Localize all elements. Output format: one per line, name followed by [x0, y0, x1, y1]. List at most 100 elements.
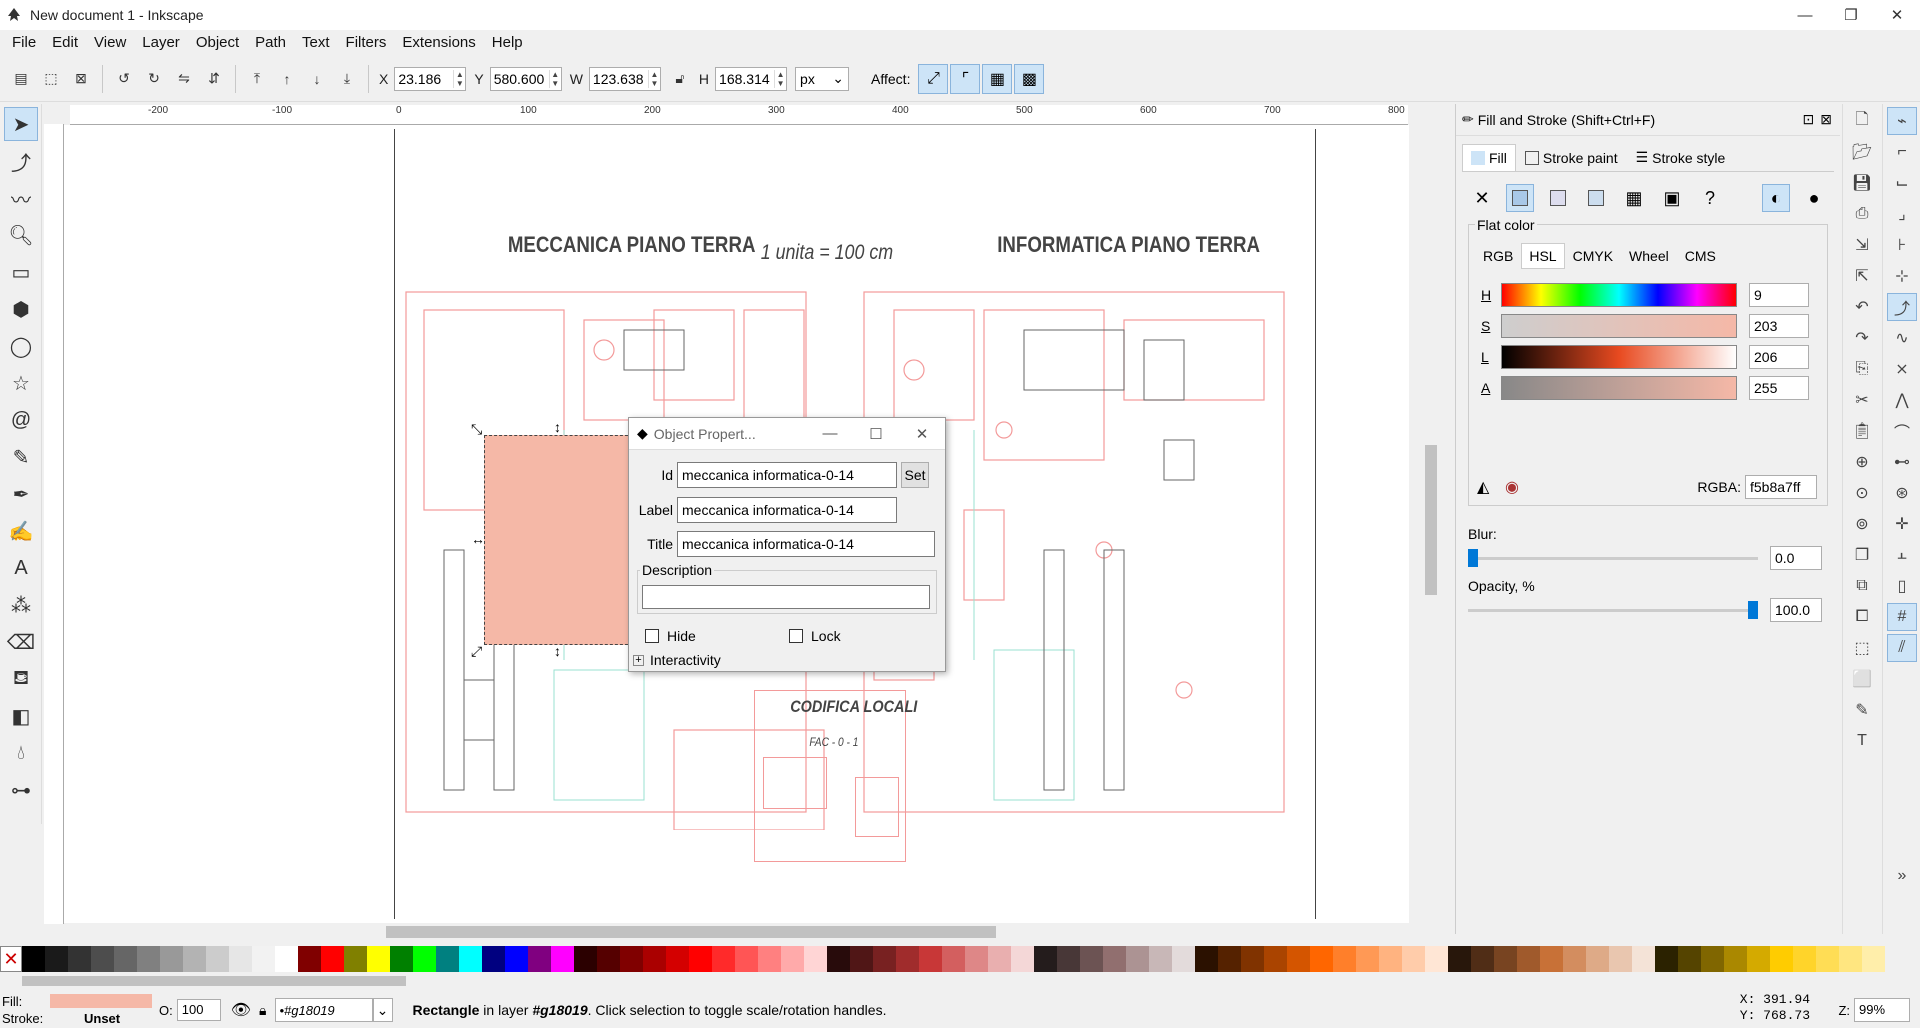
pen-tool-icon[interactable]: ✒	[4, 477, 38, 511]
snap-text-baseline-icon[interactable]: ⫠	[1887, 541, 1917, 569]
menu-object[interactable]: Object	[188, 34, 247, 51]
palette-swatch[interactable]	[413, 946, 436, 972]
menu-extensions[interactable]: Extensions	[394, 34, 483, 51]
zoom-drawing-icon[interactable]: ⊙	[1847, 479, 1877, 507]
palette-swatch[interactable]	[505, 946, 528, 972]
raise-icon[interactable]: ↑	[275, 67, 299, 91]
snap-guide-icon[interactable]: ⫽	[1887, 634, 1917, 662]
palette-swatch[interactable]	[1839, 946, 1862, 972]
zoom-tool-icon[interactable]: 🔍︎	[4, 218, 38, 252]
palette-swatch[interactable]	[206, 946, 229, 972]
cut-icon[interactable]: ✂	[1847, 386, 1877, 414]
palette-swatch[interactable]	[1080, 946, 1103, 972]
palette-swatch[interactable]	[1402, 946, 1425, 972]
palette-swatch[interactable]	[1448, 946, 1471, 972]
close-button[interactable]: ✕	[1874, 0, 1920, 30]
palette-swatch[interactable]	[896, 946, 919, 972]
palette-swatch[interactable]	[321, 946, 344, 972]
palette-swatch[interactable]	[1747, 946, 1770, 972]
eye-icon[interactable]: 👁︎	[231, 1000, 251, 1020]
menu-path[interactable]: Path	[247, 34, 294, 51]
palette-swatch[interactable]	[574, 946, 597, 972]
palette-swatch[interactable]	[1793, 946, 1816, 972]
w-spinner[interactable]: ▲ ▼	[647, 69, 660, 88]
deselect-icon[interactable]: ⊠	[69, 67, 93, 91]
palette-swatch[interactable]	[1011, 946, 1034, 972]
palette-swatch[interactable]	[1218, 946, 1241, 972]
scale-stroke-icon[interactable]: ⤢	[918, 63, 949, 94]
palette-swatch[interactable]	[1701, 946, 1724, 972]
menu-edit[interactable]: Edit	[44, 34, 86, 51]
palette-swatch[interactable]	[1816, 946, 1839, 972]
snap-rotation-center-icon[interactable]: ✛	[1887, 510, 1917, 538]
snap-path-icon[interactable]: ∿	[1887, 324, 1917, 352]
palette-swatch[interactable]	[1563, 946, 1586, 972]
export-icon[interactable]: ⇱	[1847, 262, 1877, 290]
palette-swatch[interactable]	[436, 946, 459, 972]
fill-swatch[interactable]	[50, 994, 152, 1008]
palette-swatch[interactable]	[643, 946, 666, 972]
menu-filters[interactable]: Filters	[338, 34, 395, 51]
palette-swatch[interactable]	[482, 946, 505, 972]
dropper-tool-icon[interactable]: 💧︎	[4, 736, 38, 770]
minimize-button[interactable]: —	[1782, 0, 1828, 30]
fill-rule-nonzero-icon[interactable]: ●	[1800, 184, 1828, 212]
palette-swatch[interactable]	[1356, 946, 1379, 972]
palette-swatch[interactable]	[137, 946, 160, 972]
calligraphy-tool-icon[interactable]: ✍	[4, 514, 38, 548]
palette-swatch[interactable]	[1494, 946, 1517, 972]
menu-view[interactable]: View	[86, 34, 134, 51]
palette-swatch[interactable]	[459, 946, 482, 972]
palette-swatch[interactable]	[298, 946, 321, 972]
palette-swatch[interactable]	[229, 946, 252, 972]
snap-bbox-corner-icon[interactable]: ⌟	[1887, 200, 1917, 228]
snap-bbox-icon[interactable]: ⌐	[1887, 138, 1917, 166]
palette-swatch[interactable]	[1241, 946, 1264, 972]
scale-handle-nw-icon[interactable]: ⤡	[471, 421, 482, 438]
h-input[interactable]: 9	[1749, 283, 1809, 307]
tab-cms[interactable]: CMS	[1677, 243, 1724, 269]
lock-ratio-icon[interactable]: 🔓︎	[668, 67, 692, 91]
palette-swatch[interactable]	[1724, 946, 1747, 972]
node-tool-icon[interactable]: ⤴	[4, 144, 38, 178]
import-icon[interactable]: ⇲	[1847, 231, 1877, 259]
palette-swatch[interactable]	[1770, 946, 1793, 972]
zoom-selection-icon[interactable]: ⊕	[1847, 448, 1877, 476]
scale-corners-icon[interactable]: ⌜	[950, 63, 981, 94]
palette-swatch[interactable]	[666, 946, 689, 972]
alpha-slider[interactable]	[1501, 376, 1737, 400]
color-picker-icon[interactable]: ◭	[1477, 477, 1489, 497]
palette-swatch[interactable]	[1540, 946, 1563, 972]
set-button[interactable]: Set	[901, 462, 929, 488]
spray-tool-icon[interactable]: ⁂	[4, 588, 38, 622]
palette-swatch[interactable]	[1586, 946, 1609, 972]
palette-swatch[interactable]	[1678, 946, 1701, 972]
unlink-clone-icon[interactable]: ⧠	[1847, 603, 1877, 631]
fill-stroke-icon[interactable]: ✎	[1847, 696, 1877, 724]
menu-layer[interactable]: Layer	[134, 34, 188, 51]
snap-enable-icon[interactable]: ⌁	[1887, 107, 1917, 135]
palette-swatch[interactable]	[1172, 946, 1195, 972]
palette-swatch[interactable]	[712, 946, 735, 972]
tweak-tool-icon[interactable]: 〰	[4, 181, 38, 215]
fill-stroke-indicator[interactable]: Fill: Stroke: Unset	[0, 992, 155, 1028]
a-input[interactable]: 255	[1749, 376, 1809, 400]
lock-icon[interactable]: 🔒︎	[259, 1002, 266, 1019]
palette-swatch[interactable]	[1264, 946, 1287, 972]
scale-handle-sw-icon[interactable]: ⤢	[471, 643, 482, 660]
pencil-tool-icon[interactable]: ✎	[4, 440, 38, 474]
rectangle-tool-icon[interactable]: ▭	[4, 255, 38, 289]
palette-swatch[interactable]	[252, 946, 275, 972]
palette-swatch[interactable]	[1126, 946, 1149, 972]
flip-vertical-icon[interactable]: ⇵	[202, 67, 226, 91]
palette-swatch[interactable]	[1103, 946, 1126, 972]
paste-icon[interactable]: 📋︎	[1847, 417, 1877, 445]
tab-rgb[interactable]: RGB	[1475, 243, 1521, 269]
selector-tool-icon[interactable]: ➤	[4, 107, 38, 141]
hue-slider[interactable]	[1501, 283, 1737, 307]
ellipse-tool-icon[interactable]: ◯	[4, 329, 38, 363]
radial-gradient-icon[interactable]	[1582, 184, 1610, 212]
duplicate-icon[interactable]: ❐	[1847, 541, 1877, 569]
palette-swatch[interactable]	[1517, 946, 1540, 972]
snap-bbox-center-icon[interactable]: ⊹	[1887, 262, 1917, 290]
